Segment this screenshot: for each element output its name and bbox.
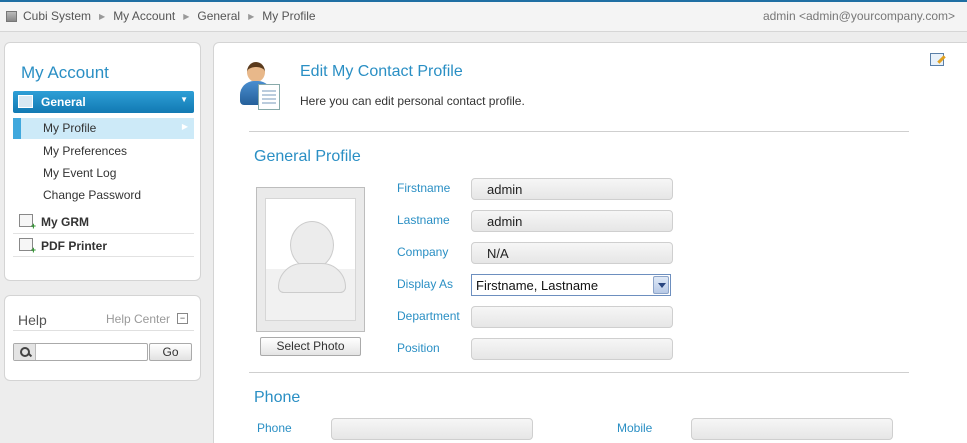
page-title: Edit My Contact Profile (300, 63, 463, 80)
divider (13, 330, 194, 331)
mobile-label: Mobile (617, 421, 653, 435)
contact-profile-icon (240, 60, 282, 112)
sidebar-item-my-preferences[interactable]: My Preferences (13, 141, 194, 162)
phone-field[interactable] (331, 418, 533, 440)
department-label: Department (397, 309, 460, 323)
help-center-link[interactable]: Help Center (106, 312, 170, 326)
chevron-down-icon: ▼ (180, 95, 188, 104)
collapse-icon[interactable]: − (177, 313, 188, 324)
sidebar-item-change-password[interactable]: Change Password (13, 185, 194, 206)
nav-group-pdf-printer[interactable]: PDF Printer (13, 233, 194, 256)
general-icon (18, 95, 33, 108)
breadcrumb-item-system[interactable]: Cubi System (23, 9, 91, 23)
module-icon (19, 214, 36, 231)
position-field[interactable] (471, 338, 673, 360)
avatar-placeholder-icon (290, 221, 334, 269)
divider (249, 131, 909, 132)
chevron-right-icon: ▶ (99, 11, 106, 21)
dropdown-arrow-icon (653, 276, 669, 294)
chevron-right-icon: ▶ (181, 122, 188, 131)
section-title-phone: Phone (254, 389, 301, 406)
help-search-input[interactable] (38, 345, 143, 359)
edit-icon[interactable] (930, 53, 944, 66)
account-nav-title: My Account (21, 63, 109, 82)
nav-group-general[interactable]: General ▼ (13, 91, 194, 113)
breadcrumb: Cubi System ▶ My Account ▶ General ▶ My … (6, 9, 316, 23)
module-icon (19, 238, 36, 255)
lastname-label: Lastname (397, 213, 450, 227)
sidebar-item-label: Change Password (43, 188, 142, 202)
system-icon (6, 10, 17, 22)
divider (249, 372, 909, 373)
search-icon (14, 344, 36, 360)
user-account-label[interactable]: admin <admin@yourcompany.com> (763, 9, 955, 23)
department-field[interactable] (471, 306, 673, 328)
nav-group-label: My GRM (41, 215, 89, 229)
breadcrumb-item-account[interactable]: My Account (113, 9, 175, 23)
section-title-general-profile: General Profile (254, 148, 361, 165)
chevron-right-icon: ▶ (248, 11, 255, 21)
phone-label: Phone (257, 421, 292, 435)
main-content: Edit My Contact Profile Here you can edi… (213, 42, 967, 443)
firstname-field[interactable]: admin (471, 178, 673, 200)
nav-group-my-grm[interactable]: My GRM (13, 210, 194, 233)
divider (13, 256, 194, 257)
chevron-right-icon: ▶ (183, 11, 190, 21)
display-as-select[interactable]: Firstname, Lastname (471, 274, 671, 296)
nav-group-label: PDF Printer (41, 239, 108, 253)
breadcrumb-item-profile: My Profile (262, 9, 316, 23)
sidebar-item-label: My Profile (43, 121, 97, 135)
company-field[interactable]: N/A (471, 242, 673, 264)
nav-group-general-label: General (41, 95, 86, 109)
position-label: Position (397, 341, 440, 355)
select-photo-button[interactable]: Select Photo (260, 337, 361, 356)
breadcrumb-item-general[interactable]: General (197, 9, 240, 23)
mobile-field[interactable] (691, 418, 893, 440)
company-label: Company (397, 245, 449, 259)
help-title: Help (18, 312, 47, 328)
account-nav-panel: My Account General ▼ My Profile ▶ My Pre… (4, 42, 201, 281)
lastname-field[interactable]: admin (471, 210, 673, 232)
profile-photo (256, 187, 365, 332)
help-search-box (13, 343, 148, 361)
firstname-label: Firstname (397, 181, 451, 195)
sidebar-item-label: My Event Log (43, 166, 117, 180)
page-description: Here you can edit personal contact profi… (300, 94, 525, 108)
top-bar: Cubi System ▶ My Account ▶ General ▶ My … (0, 0, 967, 32)
sidebar-item-label: My Preferences (43, 144, 128, 158)
sidebar-item-my-event-log[interactable]: My Event Log (13, 163, 194, 184)
sidebar-item-my-profile[interactable]: My Profile ▶ (13, 118, 194, 139)
help-panel: Help Help Center − Go (4, 295, 201, 381)
go-button[interactable]: Go (149, 343, 192, 361)
display-as-label: Display As (397, 277, 454, 291)
